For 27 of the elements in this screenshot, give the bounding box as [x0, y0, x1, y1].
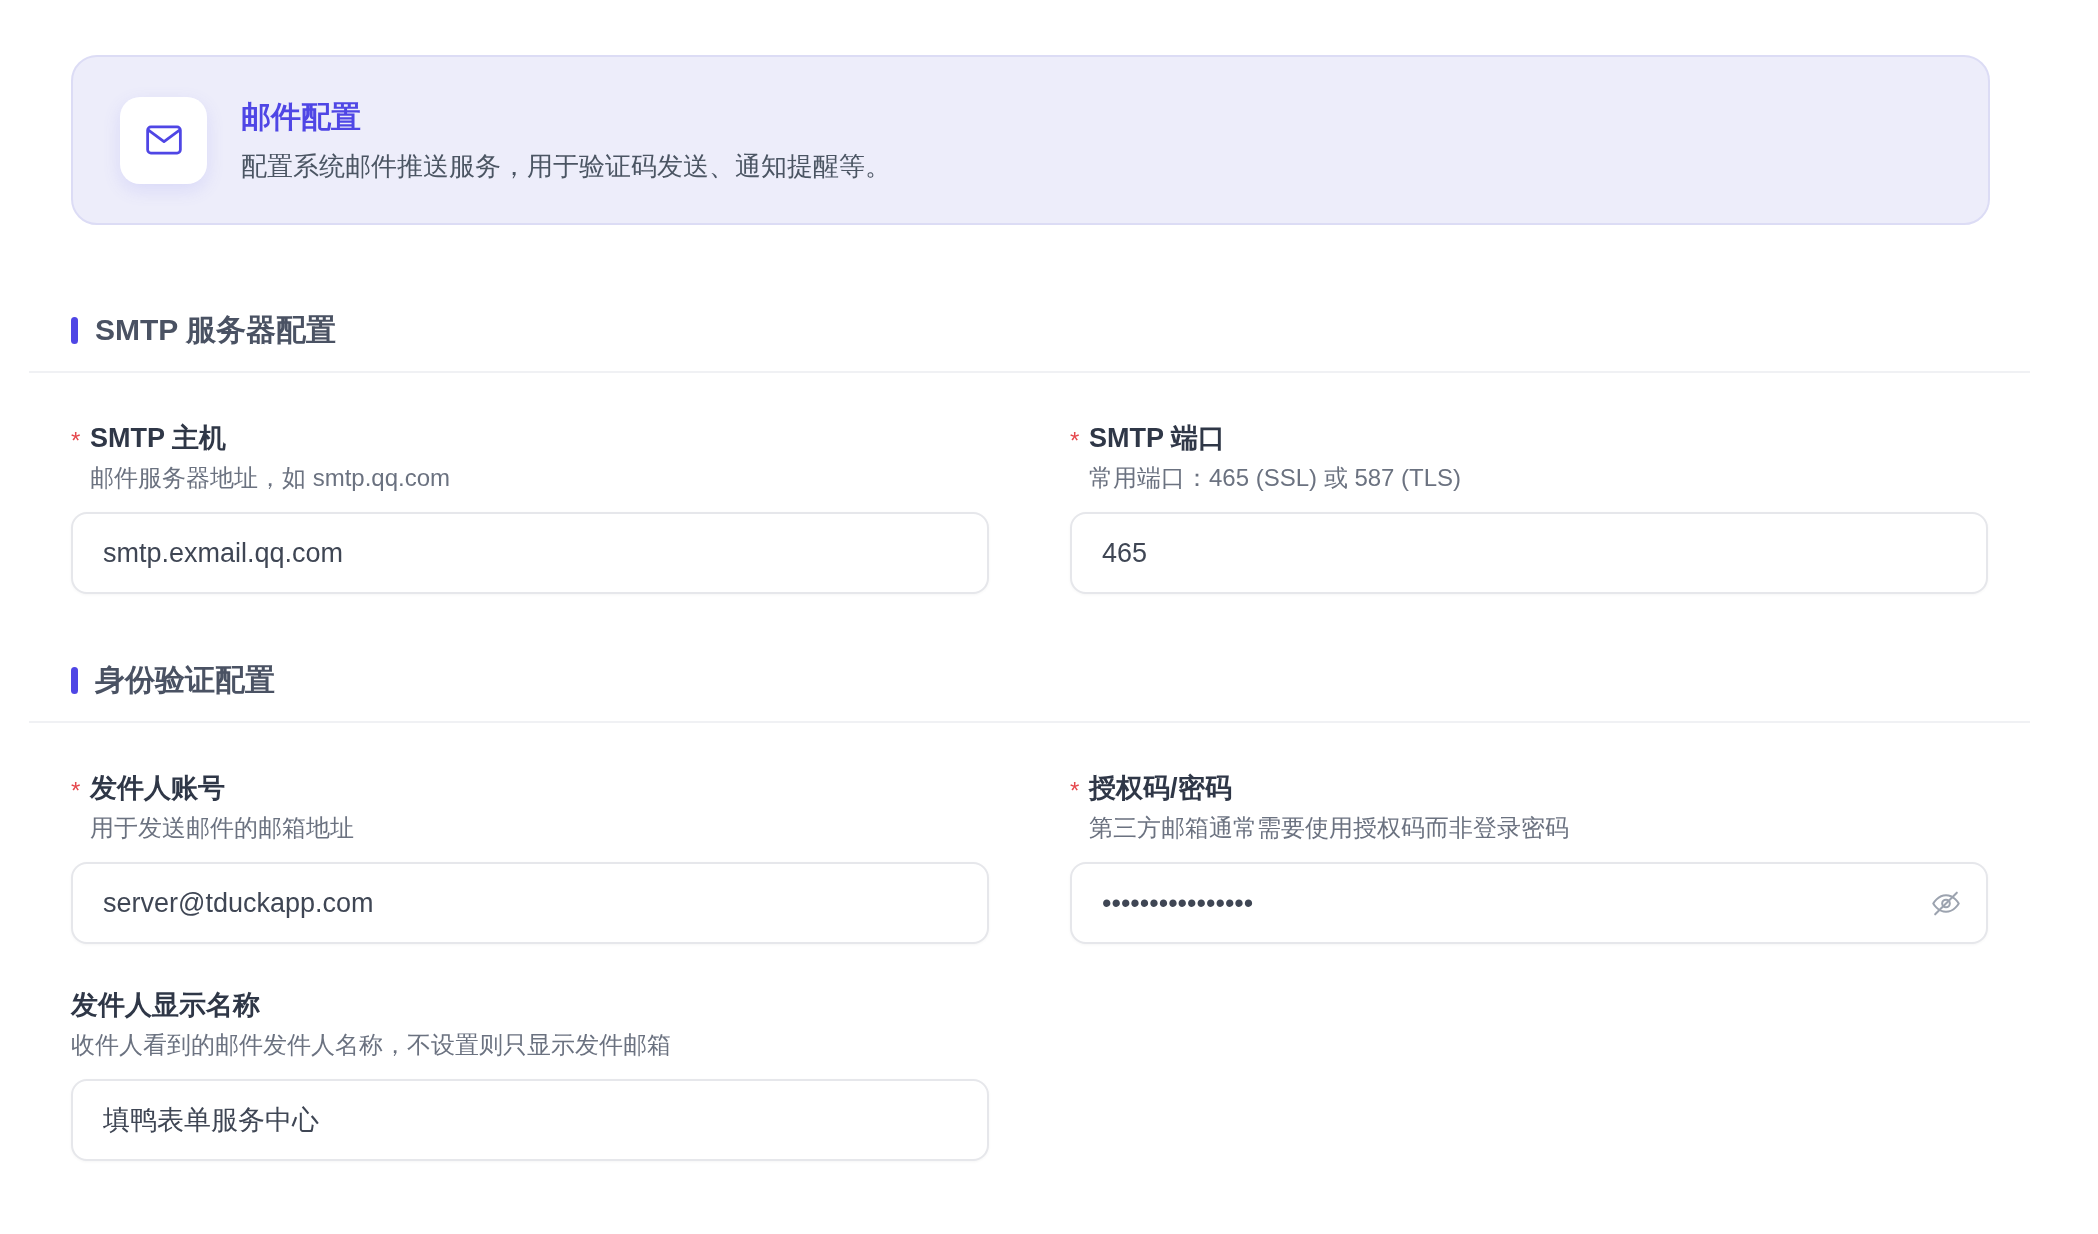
accent-bar-icon [71, 316, 78, 344]
required-asterisk: * [1070, 776, 1081, 806]
banner-description: 配置系统邮件推送服务，用于验证码发送、通知提醒等。 [241, 149, 891, 183]
required-asterisk: * [71, 776, 82, 806]
mail-icon [120, 96, 207, 184]
field-hint: 收件人看到的邮件发件人名称，不设置则只显示发件邮箱 [71, 1030, 671, 1060]
input-field[interactable]: 填鸭表单服务中心 [71, 1079, 989, 1161]
banner-title: 邮件配置 [241, 98, 361, 135]
section-title: SMTP 服务器配置 [95, 312, 337, 348]
field-hint: 第三方邮箱通常需要使用授权码而非登录密码 [1089, 813, 1569, 843]
accent-bar-icon [71, 666, 78, 694]
field-label: SMTP 主机 [90, 422, 226, 455]
required-asterisk: * [71, 426, 82, 456]
input-field[interactable]: 465 [1070, 512, 1988, 594]
field-label: 发件人账号 [90, 772, 225, 805]
input-field[interactable]: smtp.exmail.qq.com [71, 512, 989, 594]
required-asterisk: * [1070, 426, 1081, 456]
field-hint: 常用端口：465 (SSL) 或 587 (TLS) [1089, 463, 1462, 493]
field-hint: 邮件服务器地址，如 smtp.qq.com [90, 463, 451, 493]
section-title: 身份验证配置 [95, 662, 275, 698]
field-label: SMTP 端口 [1089, 422, 1225, 455]
field-label: 授权码/密码 [1089, 772, 1232, 805]
input-field[interactable]: server@tduckapp.com [71, 862, 989, 944]
field-hint: 用于发送邮件的邮箱地址 [90, 813, 354, 843]
field-label: 发件人显示名称 [71, 989, 260, 1022]
eye-slash-icon[interactable] [1932, 891, 1960, 916]
password-field[interactable]: •••••••••••••••• [1070, 862, 1988, 944]
